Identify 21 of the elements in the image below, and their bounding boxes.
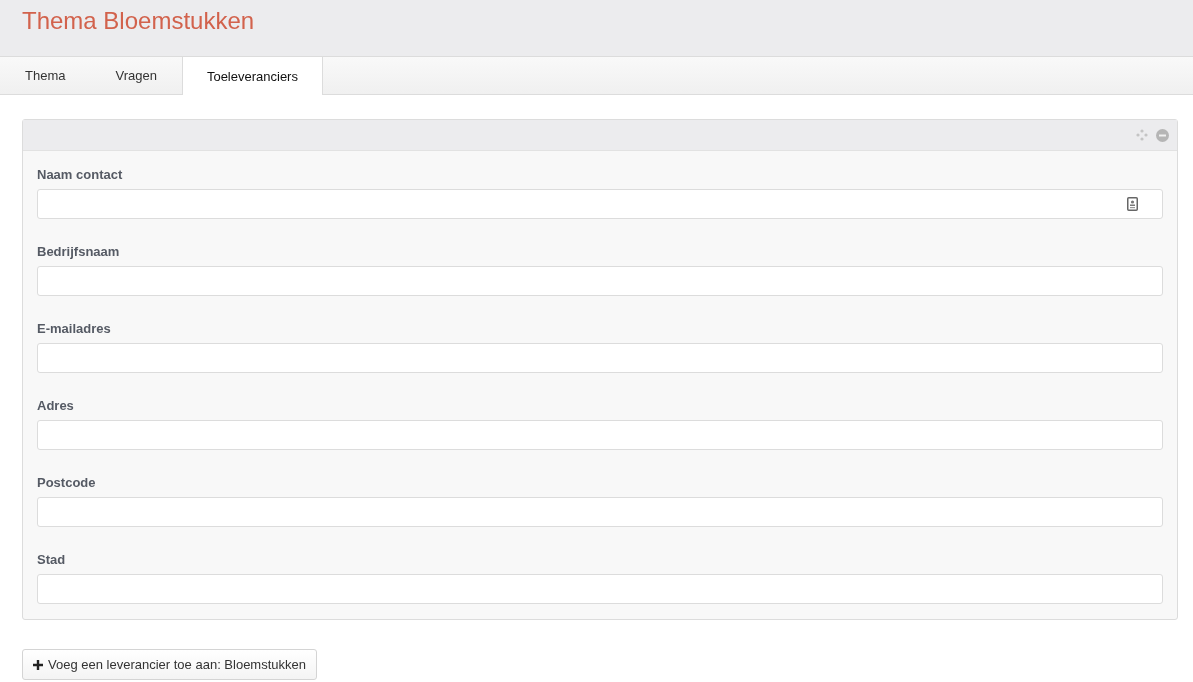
input-field[interactable] (37, 574, 1163, 604)
tab[interactable]: Thema (0, 57, 91, 94)
input-field[interactable] (37, 266, 1163, 296)
input-field[interactable] (37, 420, 1163, 450)
field-label: Stad (37, 552, 67, 568)
input-field[interactable] (37, 497, 1163, 527)
field-label: Naam contact (37, 167, 124, 183)
page-title: Thema Bloemstukken (21, 6, 256, 35)
field-label: Bedrijfsnaam (37, 244, 121, 260)
input-field[interactable] (37, 343, 1163, 373)
input-field[interactable] (37, 189, 1163, 219)
move-icon[interactable] (1136, 129, 1148, 141)
contact-card-icon[interactable] (1127, 197, 1138, 211)
field-label: E-mailadres (37, 321, 112, 337)
tab[interactable]: Toeleveranciers (181, 57, 323, 95)
field-label: Postcode (37, 475, 97, 491)
tab[interactable]: Vragen (90, 57, 182, 94)
add-supplier-button[interactable]: Voeg een leverancier toe aan: Bloemstukken (22, 649, 317, 680)
field-label: Adres (37, 398, 75, 414)
plus-icon (33, 659, 43, 670)
collapse-icon[interactable] (1156, 128, 1169, 142)
